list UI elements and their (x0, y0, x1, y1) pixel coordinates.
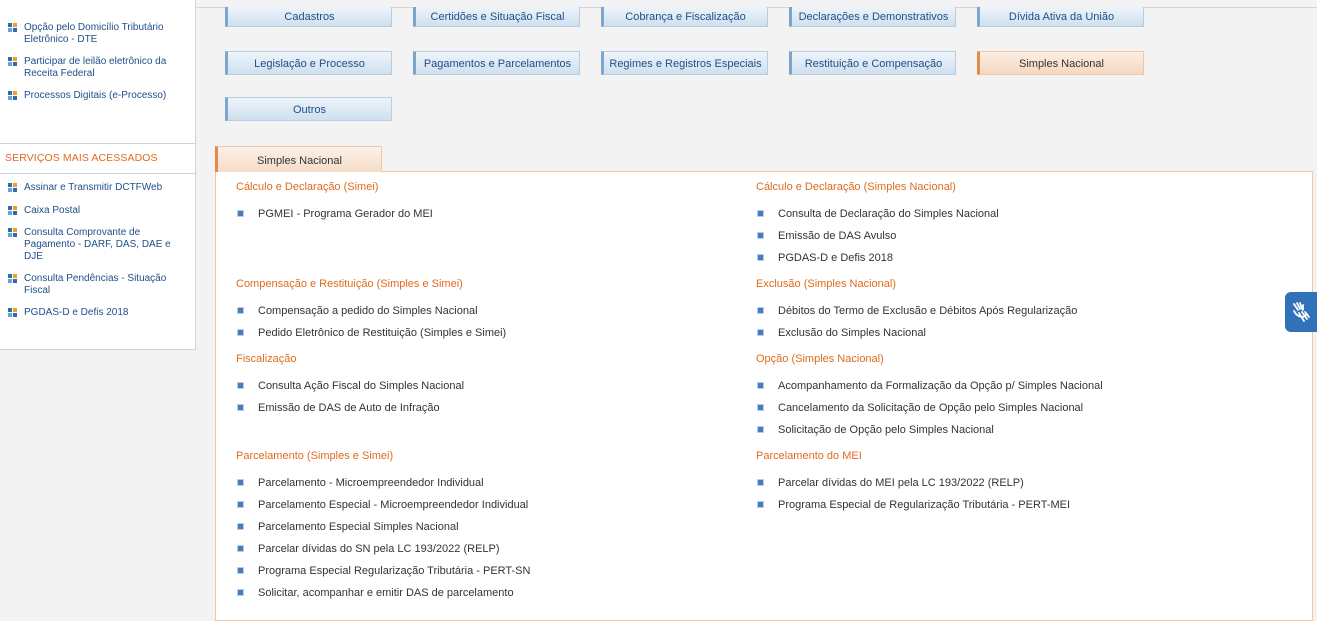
group-title: Cálculo e Declaração (Simples Nacional) (756, 181, 956, 193)
sidebar-section-title: SERVIÇOS MAIS ACESSADOS (5, 152, 158, 164)
group-title: Parcelamento do MEI (756, 450, 862, 462)
bullet-icon (757, 328, 764, 336)
group-title: Opção (Simples Nacional) (756, 353, 884, 365)
bullet-icon (8, 91, 18, 101)
link-item[interactable]: Emissão de DAS de Auto de Infração (237, 402, 440, 414)
bullet-icon (8, 183, 18, 193)
link-item[interactable]: Consulta Ação Fiscal do Simples Nacional (237, 380, 464, 392)
bullet-icon (8, 206, 18, 216)
group-title: Compensação e Restituição (Simples e Sim… (236, 278, 463, 290)
sidebar-item-caixa-postal[interactable]: Caixa Postal (8, 205, 188, 217)
link-item[interactable]: Acompanhamento da Formalização da Opção … (757, 380, 1103, 392)
category-pagamentos[interactable]: Pagamentos e Parcelamentos (413, 51, 580, 75)
link-item[interactable]: PGMEI - Programa Gerador do MEI (237, 208, 433, 220)
bullet-icon (757, 381, 764, 389)
bullet-icon (237, 328, 244, 336)
sidebar-item-pendencias[interactable]: Consulta Pendências - Situação Fiscal (8, 273, 188, 297)
link-item[interactable]: Cancelamento da Solicitação de Opção pel… (757, 402, 1083, 414)
bullet-icon (757, 500, 764, 508)
link-item[interactable]: Solicitação de Opção pelo Simples Nacion… (757, 424, 994, 436)
bullet-icon (757, 209, 764, 217)
sign-language-icon (1293, 302, 1310, 322)
bullet-icon (237, 566, 244, 574)
bullet-icon (757, 403, 764, 411)
link-item[interactable]: PGDAS-D e Defis 2018 (757, 252, 893, 264)
bullet-icon (757, 306, 764, 314)
group-title: Exclusão (Simples Nacional) (756, 278, 896, 290)
group-title: Fiscalização (236, 353, 297, 365)
bullet-icon (8, 274, 18, 284)
bullet-icon (237, 381, 244, 389)
category-certidoes[interactable]: Certidões e Situação Fiscal (413, 7, 580, 27)
bullet-icon (237, 478, 244, 486)
link-item[interactable]: Compensação a pedido do Simples Nacional (237, 305, 478, 317)
category-cobranca[interactable]: Cobrança e Fiscalização (601, 7, 768, 27)
category-simples-nacional[interactable]: Simples Nacional (977, 51, 1144, 75)
group-title: Cálculo e Declaração (Simei) (236, 181, 379, 193)
category-legislacao[interactable]: Legislação e Processo (225, 51, 392, 75)
bullet-icon (757, 231, 764, 239)
link-item[interactable]: Solicitar, acompanhar e emitir DAS de pa… (237, 587, 514, 599)
link-item[interactable]: Exclusão do Simples Nacional (757, 327, 926, 339)
bullet-icon (237, 500, 244, 508)
bullet-icon (8, 308, 18, 318)
sidebar: Opção pelo Domicílio Tributário Eletrôni… (0, 0, 196, 350)
link-item[interactable]: Parcelamento - Microempreendedor Individ… (237, 477, 484, 489)
category-declaracoes[interactable]: Declarações e Demonstrativos (789, 7, 956, 27)
category-divida-ativa[interactable]: Dívida Ativa da União (977, 7, 1144, 27)
bullet-icon (237, 522, 244, 530)
sidebar-item-dte[interactable]: Opção pelo Domicílio Tributário Eletrôni… (8, 22, 188, 46)
sidebar-item-comprovante[interactable]: Consulta Comprovante de Pagamento - DARF… (8, 227, 188, 263)
bullet-icon (8, 57, 18, 67)
bullet-icon (8, 23, 18, 33)
bullet-icon (237, 209, 244, 217)
sidebar-item-label: Opção pelo Domicílio Tributário Eletrôni… (24, 22, 164, 45)
link-item[interactable]: Programa Especial de Regularização Tribu… (757, 499, 1070, 511)
bullet-icon (237, 588, 244, 596)
link-item[interactable]: Pedido Eletrônico de Restituição (Simple… (237, 327, 506, 339)
category-restituicao[interactable]: Restituição e Compensação (789, 51, 956, 75)
sidebar-item-label: Processos Digitais (e-Processo) (24, 90, 167, 101)
link-item[interactable]: Parcelar dívidas do MEI pela LC 193/2022… (757, 477, 1024, 489)
link-item[interactable]: Emissão de DAS Avulso (757, 230, 896, 242)
sidebar-item-label: Consulta Comprovante de Pagamento - DARF… (24, 227, 171, 262)
sidebar-item-label: Participar de leilão eletrônico da Recei… (24, 56, 167, 79)
bullet-icon (237, 306, 244, 314)
bullet-icon (8, 228, 18, 238)
link-item[interactable]: Consulta de Declaração do Simples Nacion… (757, 208, 999, 220)
group-title: Parcelamento (Simples e Simei) (236, 450, 394, 462)
sidebar-item-dctfweb[interactable]: Assinar e Transmitir DCTFWeb (8, 182, 188, 194)
category-regimes[interactable]: Regimes e Registros Especiais (601, 51, 768, 75)
bullet-icon (237, 544, 244, 552)
sidebar-item-label: Consulta Pendências - Situação Fiscal (24, 273, 167, 296)
bullet-icon (757, 253, 764, 261)
bullet-icon (757, 425, 764, 433)
bullet-icon (237, 403, 244, 411)
sidebar-item-leilao[interactable]: Participar de leilão eletrônico da Recei… (8, 56, 188, 80)
bullet-icon (757, 478, 764, 486)
sidebar-item-label: PGDAS-D e Defis 2018 (24, 307, 129, 318)
link-item[interactable]: Débitos do Termo de Exclusão e Débitos A… (757, 305, 1077, 317)
link-item[interactable]: Parcelamento Especial Simples Nacional (237, 521, 459, 533)
sidebar-divider (0, 173, 195, 174)
category-outros[interactable]: Outros (225, 97, 392, 121)
sidebar-item-eprocesso[interactable]: Processos Digitais (e-Processo) (8, 90, 188, 102)
link-item[interactable]: Parcelar dívidas do SN pela LC 193/2022 … (237, 543, 500, 555)
sidebar-item-pgdas[interactable]: PGDAS-D e Defis 2018 (8, 307, 188, 319)
tab-simples-nacional[interactable]: Simples Nacional (215, 146, 382, 172)
accessibility-button[interactable] (1285, 292, 1317, 332)
category-cadastros[interactable]: Cadastros (225, 7, 392, 27)
sidebar-item-label: Assinar e Transmitir DCTFWeb (24, 182, 163, 193)
sidebar-item-label: Caixa Postal (24, 205, 81, 216)
link-item[interactable]: Parcelamento Especial - Microempreendedo… (237, 499, 528, 511)
link-item[interactable]: Programa Especial Regularização Tributár… (237, 565, 530, 577)
